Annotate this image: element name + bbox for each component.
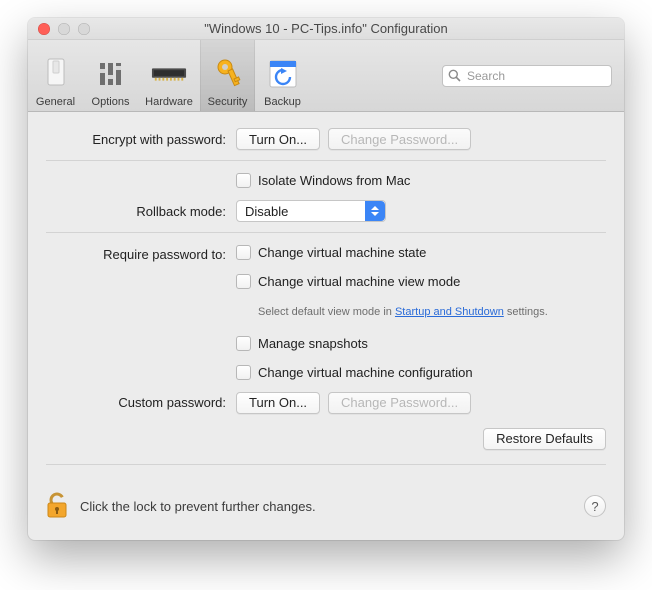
search-icon [448, 69, 461, 85]
encrypt-change-password-button: Change Password... [328, 128, 471, 150]
tab-security[interactable]: Security [200, 40, 255, 111]
titlebar: "Windows 10 - PC-Tips.info" Configuratio… [28, 18, 624, 40]
require-config-label: Change virtual machine configuration [258, 365, 473, 380]
hint-prefix: Select default view mode in [258, 306, 395, 318]
divider [46, 464, 606, 465]
backup-icon [265, 56, 301, 92]
search-field-wrapper [442, 65, 612, 87]
general-icon [38, 56, 74, 92]
tab-label: General [36, 96, 75, 108]
hardware-icon [151, 56, 187, 92]
encrypt-label: Encrypt with password: [46, 132, 236, 147]
search-input[interactable] [442, 65, 612, 87]
tab-label: Security [208, 96, 248, 108]
tab-general[interactable]: General [28, 40, 83, 111]
help-button[interactable]: ? [584, 495, 606, 517]
require-snapshots-label: Manage snapshots [258, 336, 368, 351]
divider [46, 232, 606, 233]
lock-text: Click the lock to prevent further change… [80, 499, 316, 514]
require-config-checkbox[interactable] [236, 365, 251, 380]
tab-options[interactable]: Options [83, 40, 138, 111]
tab-backup[interactable]: Backup [255, 40, 310, 111]
footer: Click the lock to prevent further change… [28, 477, 624, 540]
encrypt-turn-on-button[interactable]: Turn On... [236, 128, 320, 150]
toolbar: General Options Hardware [28, 40, 624, 112]
hint-suffix: settings. [504, 306, 548, 318]
isolate-label: Isolate Windows from Mac [258, 173, 410, 188]
zoom-window-button[interactable] [78, 23, 90, 35]
restore-defaults-button[interactable]: Restore Defaults [483, 428, 606, 450]
security-icon [210, 56, 246, 92]
rollback-value: Disable [245, 204, 288, 219]
tab-label: Options [92, 96, 130, 108]
require-viewmode-label: Change virtual machine view mode [258, 274, 460, 289]
isolate-checkbox[interactable] [236, 173, 251, 188]
require-viewmode-checkbox[interactable] [236, 274, 251, 289]
rollback-select[interactable]: Disable [236, 200, 386, 222]
window-title: "Windows 10 - PC-Tips.info" Configuratio… [28, 21, 624, 36]
minimize-window-button[interactable] [58, 23, 70, 35]
require-password-label: Require password to: [46, 245, 236, 262]
require-state-checkbox[interactable] [236, 245, 251, 260]
configuration-window: "Windows 10 - PC-Tips.info" Configuratio… [28, 18, 624, 540]
select-arrows-icon [365, 201, 385, 221]
tab-label: Backup [264, 96, 301, 108]
traffic-lights [38, 23, 90, 35]
require-state-label: Change virtual machine state [258, 245, 426, 260]
require-snapshots-checkbox[interactable] [236, 336, 251, 351]
security-panel: Encrypt with password: Turn On... Change… [28, 112, 624, 477]
divider [46, 160, 606, 161]
custom-turn-on-button[interactable]: Turn On... [236, 392, 320, 414]
tab-label: Hardware [145, 96, 193, 108]
custom-password-label: Custom password: [46, 395, 236, 410]
rollback-label: Rollback mode: [46, 204, 236, 219]
viewmode-hint: Select default view mode in Startup and … [258, 305, 548, 320]
options-icon [93, 56, 129, 92]
close-window-button[interactable] [38, 23, 50, 35]
lock-icon[interactable] [44, 491, 70, 522]
tab-hardware[interactable]: Hardware [138, 40, 200, 111]
custom-change-password-button: Change Password... [328, 392, 471, 414]
startup-shutdown-link[interactable]: Startup and Shutdown [395, 306, 504, 318]
